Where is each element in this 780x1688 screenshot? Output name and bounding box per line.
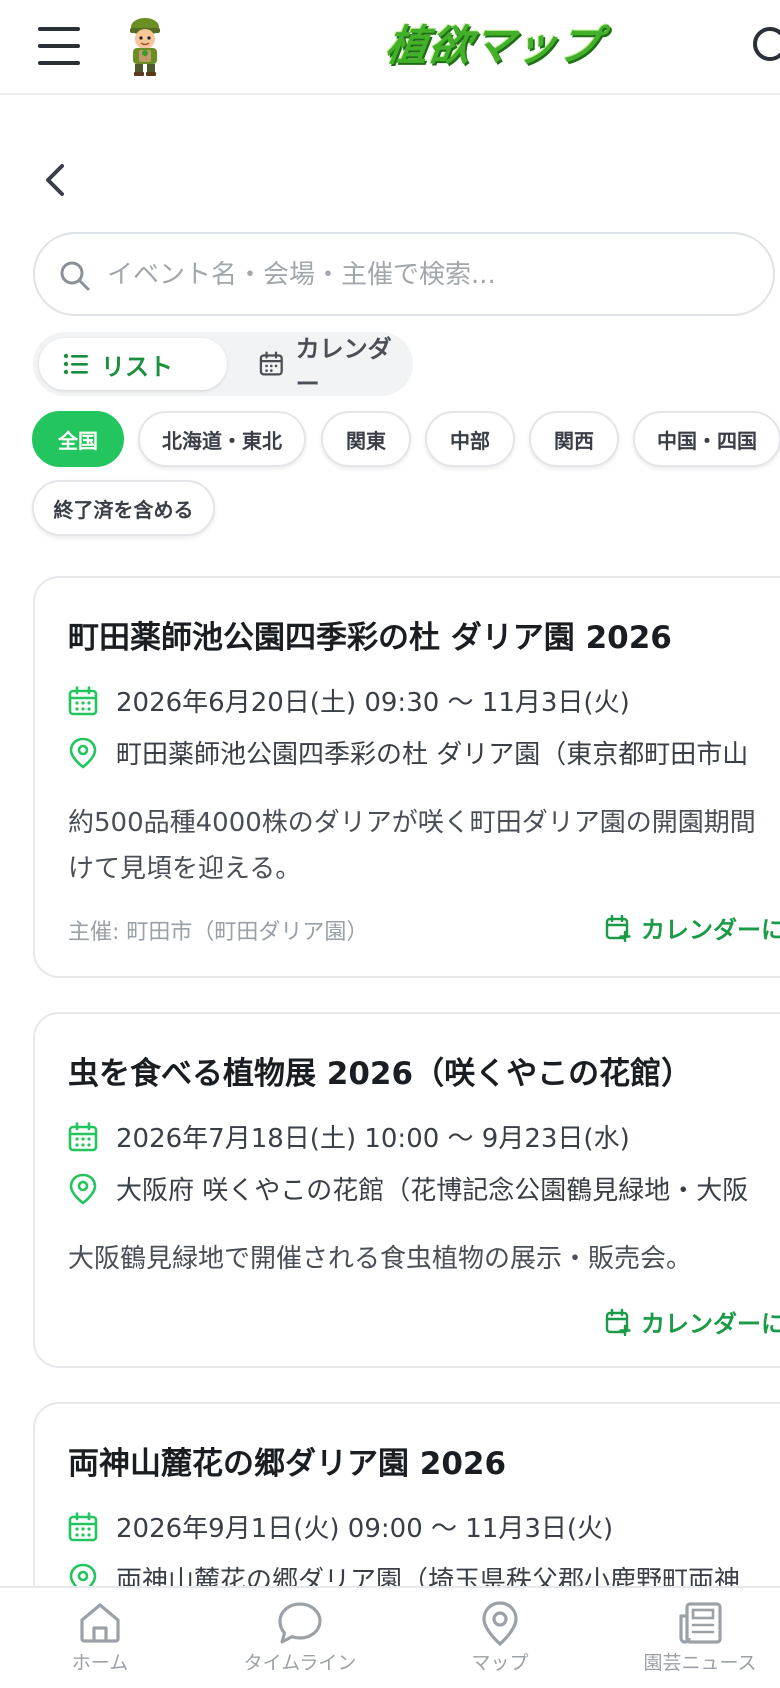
nav-timeline-label: タイムライン bbox=[243, 1652, 357, 1674]
region-chip-kanto[interactable]: 関東 bbox=[321, 411, 411, 467]
event-date-row: 2026年7月18日(土) 10:00 〜 9月23日(水) bbox=[68, 1118, 630, 1155]
nav-gardening-news[interactable]: 園芸ニュース bbox=[600, 1588, 780, 1688]
list-icon bbox=[63, 353, 88, 375]
bottom-navigation: ホーム タイムライン マップ 園芸ニュース bbox=[0, 1586, 780, 1688]
event-organizer: 主催: 町田市（町田ダリア園） bbox=[68, 920, 369, 945]
list-view-button[interactable]: リスト bbox=[39, 338, 227, 390]
menu-icon[interactable] bbox=[38, 27, 82, 65]
add-to-calendar-button[interactable]: カレンダーに bbox=[605, 1304, 780, 1339]
add-to-calendar-button[interactable]: カレンダーに bbox=[605, 910, 780, 945]
region-chip-chubu[interactable]: 中部 bbox=[425, 411, 515, 467]
event-description: 約500品種4000株のダリアが咲く町田ダリア園の開園期間 けて見頃を迎える。 bbox=[68, 808, 756, 884]
map-pin-icon bbox=[69, 1173, 97, 1205]
event-date: 2026年6月20日(土) 09:30 〜 11月3日(火) bbox=[116, 688, 630, 718]
region-chip-kansai[interactable]: 関西 bbox=[529, 411, 619, 467]
app-header: 植欲マップ bbox=[0, 0, 780, 95]
search-icon[interactable] bbox=[748, 22, 780, 72]
newspaper-icon bbox=[679, 1602, 722, 1644]
home-icon bbox=[80, 1603, 120, 1643]
chat-bubble-icon bbox=[278, 1602, 322, 1644]
nav-map[interactable]: マップ bbox=[400, 1588, 600, 1688]
search-icon bbox=[60, 261, 90, 291]
mascot-avatar[interactable] bbox=[122, 16, 168, 76]
app-logo[interactable]: 植欲マップ bbox=[382, 14, 606, 78]
region-chip-hokkaido-tohoku[interactable]: 北海道・東北 bbox=[138, 411, 306, 467]
nav-gardening-news-label: 園芸ニュース bbox=[643, 1652, 757, 1674]
nav-home-label: ホーム bbox=[71, 1652, 129, 1674]
calendar-view-button[interactable]: カレンダー bbox=[229, 335, 409, 398]
event-location-row: 大阪府 咲くやこの花館（花博記念公園鶴見緑地・大阪 bbox=[68, 1170, 748, 1207]
map-pin-icon bbox=[482, 1601, 518, 1647]
event-card[interactable]: 町田薬師池公園四季彩の杜 ダリア園 2026 2026年6月20日(土) 09:… bbox=[33, 576, 780, 978]
calendar-add-icon bbox=[605, 914, 631, 942]
add-to-calendar-label: カレンダーに bbox=[641, 1310, 780, 1338]
event-location-row: 町田薬師池公園四季彩の杜 ダリア園（東京都町田市山 bbox=[68, 734, 748, 771]
event-location: 町田薬師池公園四季彩の杜 ダリア園（東京都町田市山 bbox=[116, 740, 749, 770]
event-date: 2026年9月1日(火) 09:00 〜 11月3日(火) bbox=[116, 1514, 614, 1544]
event-description: 大阪鶴見緑地で開催される食虫植物の展示・販売会。 bbox=[68, 1244, 693, 1274]
event-date-row: 2026年6月20日(土) 09:30 〜 11月3日(火) bbox=[68, 682, 630, 719]
calendar-view-label: カレンダー bbox=[295, 335, 392, 398]
add-to-calendar-label: カレンダーに bbox=[641, 916, 780, 944]
event-date: 2026年7月18日(土) 10:00 〜 9月23日(水) bbox=[116, 1124, 630, 1154]
back-chevron-icon[interactable] bbox=[36, 158, 76, 202]
event-date-row: 2026年9月1日(火) 09:00 〜 11月3日(火) bbox=[68, 1508, 613, 1545]
list-view-label: リスト bbox=[101, 352, 173, 381]
map-pin-icon bbox=[69, 737, 97, 769]
event-card[interactable]: 虫を食べる植物展 2026（咲くやこの花館） 2026年7月18日(土) 10:… bbox=[33, 1012, 780, 1368]
calendar-icon bbox=[68, 1121, 98, 1151]
include-ended-toggle[interactable]: 終了済を含める bbox=[32, 480, 215, 536]
region-chip-chugoku-shikoku[interactable]: 中国・四国 bbox=[633, 411, 780, 467]
calendar-icon bbox=[68, 1511, 98, 1541]
calendar-icon bbox=[259, 351, 283, 376]
search-bar[interactable] bbox=[33, 232, 775, 316]
search-input[interactable] bbox=[107, 248, 747, 302]
calendar-icon bbox=[68, 685, 98, 715]
nav-map-label: マップ bbox=[471, 1652, 529, 1674]
nav-home[interactable]: ホーム bbox=[0, 1588, 200, 1688]
calendar-add-icon bbox=[605, 1308, 631, 1336]
event-title: 町田薬師池公園四季彩の杜 ダリア園 2026 bbox=[68, 620, 672, 656]
nav-timeline[interactable]: タイムライン bbox=[200, 1588, 400, 1688]
event-list-page: 植欲マップ リスト bbox=[0, 0, 780, 1688]
view-toggle: リスト カレンダー bbox=[33, 332, 413, 398]
region-chip-all[interactable]: 全国 bbox=[32, 411, 124, 467]
event-title: 両神山麓花の郷ダリア園 2026 bbox=[68, 1446, 507, 1482]
event-title: 虫を食べる植物展 2026（咲くやこの花館） bbox=[68, 1056, 693, 1092]
event-location: 大阪府 咲くやこの花館（花博記念公園鶴見緑地・大阪 bbox=[116, 1176, 749, 1206]
